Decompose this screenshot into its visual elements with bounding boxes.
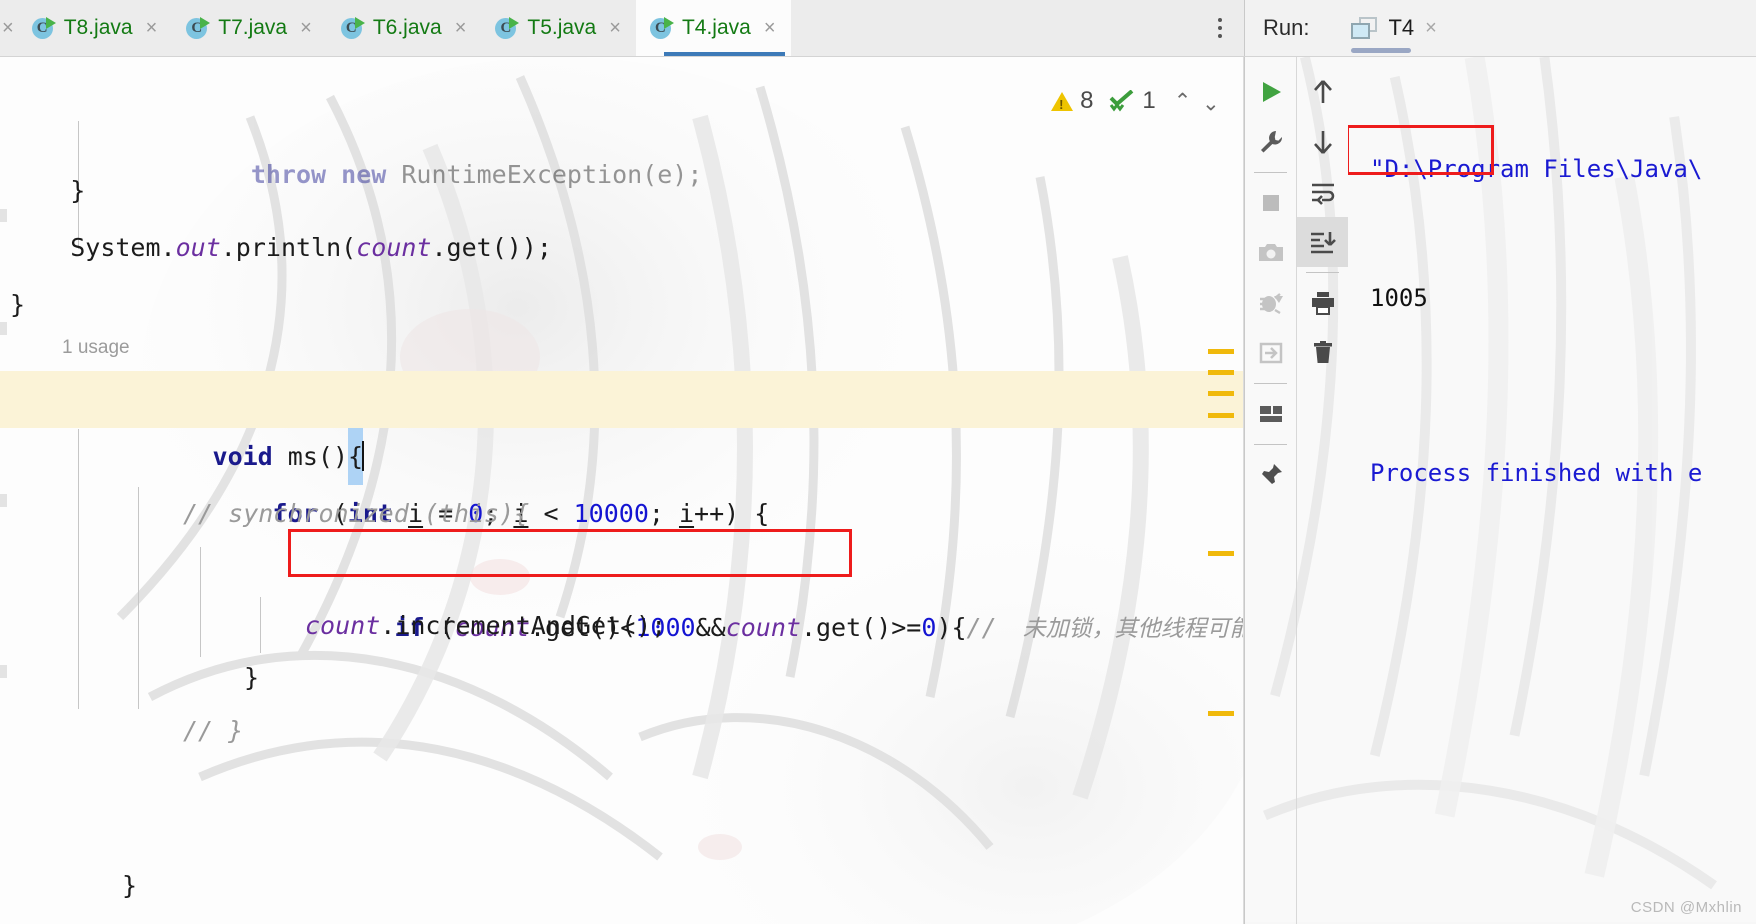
code-editor[interactable]: throw new RuntimeException(e); } System.…: [0, 57, 1244, 924]
editor-tab-t7[interactable]: C T7.java ×: [172, 0, 327, 56]
run-left-toolbar: [1245, 57, 1296, 924]
stop-button[interactable]: [1245, 178, 1296, 228]
print-button[interactable]: [1297, 278, 1348, 328]
divider: [1254, 172, 1287, 173]
console-line-command: "D:\Program Files\Java\: [1370, 155, 1703, 184]
run-configuration-icon: [1351, 17, 1378, 39]
code-line-for: for (int i = 0; i < 10000; i++) {: [272, 499, 770, 528]
wrench-icon: [1260, 131, 1282, 153]
csdn-watermark: CSDN @Mxhlin: [1630, 899, 1742, 916]
close-icon[interactable]: ×: [300, 17, 312, 40]
warning-count: 8: [1080, 87, 1094, 114]
divider: [1306, 272, 1339, 273]
editor-tab-label: T4.java: [681, 16, 751, 39]
export-button[interactable]: [1245, 328, 1296, 378]
run-tool-window-header: Run: T4 ×: [1244, 0, 1756, 56]
code-line: }: [10, 176, 86, 205]
run-tab-label: T4: [1388, 15, 1415, 40]
close-icon[interactable]: ×: [609, 17, 621, 40]
editor-tab-t8[interactable]: C T8.java ×: [18, 0, 173, 56]
scroll-to-end-button[interactable]: [1297, 217, 1348, 267]
code-text[interactable]: throw new RuntimeException(e); } System.…: [0, 57, 1244, 924]
stripe-warning-marker: [1208, 391, 1234, 396]
editor-tab-t6[interactable]: C T6.java ×: [327, 0, 482, 56]
code-line-if: if (count.get()<1000&&count.get()>=0){//…: [394, 613, 1244, 642]
code-line-comment-sync: // synchronized (this){: [183, 499, 530, 528]
warning-triangle-icon: [1051, 91, 1074, 112]
clear-all-button[interactable]: [1297, 328, 1348, 378]
editor-tab-label: T6.java: [372, 16, 442, 39]
java-class-runnable-icon: C: [340, 16, 365, 40]
inspection-ok-icon: [1109, 89, 1135, 112]
scroll-down-button[interactable]: [1297, 117, 1348, 167]
chevron-up-icon[interactable]: ⌃: [1172, 89, 1194, 114]
printer-icon: [1311, 292, 1334, 315]
editor-tab-t5[interactable]: C T5.java ×: [481, 0, 636, 56]
layout-settings-button[interactable]: [1245, 389, 1296, 439]
editor-tabs-more-button[interactable]: [1196, 0, 1244, 56]
camera-icon: [1258, 244, 1283, 261]
edit-configuration-button[interactable]: [1245, 117, 1296, 167]
usage-inlay-hint[interactable]: 1 usage: [0, 319, 1244, 376]
bug-icon: [1259, 293, 1283, 315]
code-line-increment: count.incrementAndGet();: [305, 611, 667, 640]
arrow-up-icon: [1313, 80, 1332, 103]
close-icon[interactable]: ×: [764, 17, 776, 40]
editor-tab-label: T8.java: [63, 16, 133, 39]
code-line-comment-close: // }: [183, 716, 244, 745]
stripe-warning-marker: [1208, 413, 1234, 418]
close-icon[interactable]: ×: [146, 17, 158, 40]
java-class-runnable-icon: C: [494, 16, 520, 40]
editor-tab-bar: × C T8.java × C T7.java × C T6.java × C …: [0, 0, 1244, 56]
java-class-runnable-icon: C: [31, 16, 56, 40]
run-window-title: Run:: [1263, 15, 1310, 40]
editor-tab-label: T7.java: [218, 16, 288, 39]
export-arrow-icon: [1259, 342, 1282, 364]
more-vertical-icon: [1218, 18, 1222, 38]
run-tab-t4[interactable]: T4 ×: [1343, 0, 1448, 56]
divider: [1254, 383, 1287, 384]
code-line: }: [122, 871, 138, 900]
pin-tab-button[interactable]: [1245, 450, 1296, 500]
code-line: }: [244, 663, 260, 692]
close-icon[interactable]: ×: [455, 17, 467, 40]
editor-tab-t4[interactable]: C T4.java ×: [635, 0, 791, 56]
java-class-runnable-icon: C: [185, 16, 211, 40]
console-line-value: 1005: [1370, 283, 1428, 312]
close-icon[interactable]: ×: [1425, 17, 1437, 40]
divider: [1254, 444, 1287, 445]
stripe-warning-marker: [1208, 349, 1234, 354]
soft-wrap-icon: [1311, 183, 1334, 205]
stop-square-icon: [1262, 195, 1279, 211]
stripe-warning-marker: [1208, 370, 1234, 375]
code-analysis-stripe[interactable]: [1202, 57, 1244, 924]
rerun-button[interactable]: [1245, 67, 1296, 117]
code-line-void-ms: void ms(){: [0, 371, 1244, 485]
main-body: throw new RuntimeException(e); } System.…: [0, 57, 1756, 924]
console-line-status: Process finished with e: [1370, 458, 1703, 487]
editor-tab-label: T5.java: [527, 16, 597, 39]
pin-icon: [1258, 464, 1282, 487]
scroll-to-end-icon: [1310, 232, 1336, 254]
soft-wrap-button[interactable]: [1297, 167, 1348, 217]
run-tool-window: "D:\Program Files\Java\ 1005 Process fin…: [1244, 57, 1756, 924]
stripe-warning-marker: [1208, 551, 1234, 556]
run-right-toolbar: [1296, 57, 1348, 924]
scroll-up-button[interactable]: [1297, 67, 1348, 117]
top-bar: × C T8.java × C T7.java × C T6.java × C …: [0, 0, 1756, 57]
java-class-runnable-icon: C: [649, 16, 674, 40]
arrow-down-icon: [1313, 131, 1332, 154]
code-line: System.out.println(count.get());: [70, 233, 552, 262]
screenshot-button[interactable]: [1245, 228, 1296, 278]
inspection-ok-count: 1: [1142, 87, 1156, 114]
tab-close-icon-leading[interactable]: ×: [0, 0, 18, 56]
ide-window: × C T8.java × C T7.java × C T6.java × C …: [0, 0, 1756, 924]
layout-icon: [1259, 406, 1282, 422]
trash-icon: [1313, 341, 1332, 363]
run-console-output[interactable]: "D:\Program Files\Java\ 1005 Process fin…: [1348, 57, 1756, 924]
debug-attach-button[interactable]: [1245, 278, 1296, 328]
play-icon: [1262, 82, 1281, 102]
stripe-warning-marker: [1208, 711, 1234, 716]
inspection-widget[interactable]: 8 1 ⌃ ⌃: [1051, 87, 1222, 115]
